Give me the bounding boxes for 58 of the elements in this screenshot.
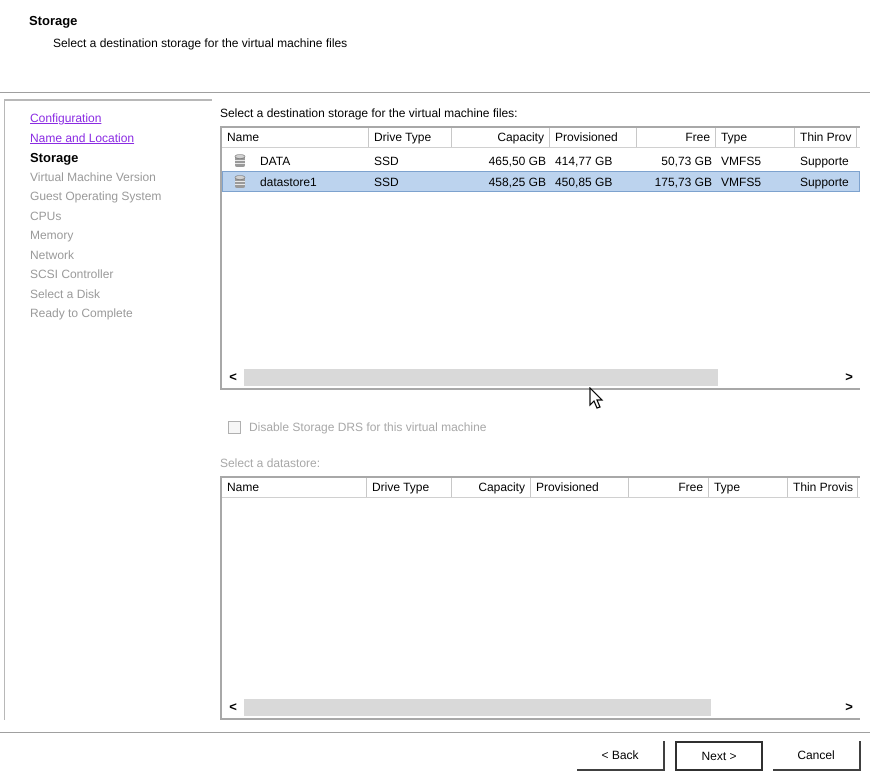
page-subtitle: Select a destination storage for the virtual machine files — [52, 34, 348, 52]
table-cell-text: Supporte — [800, 152, 849, 170]
database-icon — [234, 154, 246, 168]
column-header[interactable]: Name — [222, 128, 369, 147]
scroll-left-button[interactable]: < — [222, 367, 244, 387]
table-cell-text: 414,77 GB — [555, 152, 612, 170]
column-header[interactable]: Drive Type — [369, 128, 452, 147]
column-header[interactable]: Capacity — [452, 478, 531, 497]
table-cell-text: 50,73 GB — [661, 152, 712, 170]
wizard-step: Ready to Complete — [30, 304, 212, 324]
table-cell-text: Supporte — [800, 174, 849, 190]
table-cell-text: datastore1 — [260, 174, 317, 190]
column-header[interactable]: Thin Provis — [788, 478, 858, 497]
scroll-right-button[interactable]: > — [838, 367, 860, 387]
wizard-step: Guest Operating System — [30, 187, 212, 206]
column-header[interactable]: Thin Prov — [795, 128, 857, 147]
wizard-button[interactable]: Next > — [675, 741, 763, 771]
page-title: Storage — [29, 12, 78, 30]
scroll-right-button[interactable]: > — [838, 697, 860, 717]
mouse-cursor-icon — [589, 387, 605, 411]
section-prompt: Select a datastore: — [220, 455, 322, 472]
column-header[interactable]: Free — [637, 128, 716, 147]
column-header[interactable]: Drive Type — [367, 478, 452, 497]
wizard-button[interactable]: Cancel — [773, 741, 861, 771]
wizard-step: Network — [30, 246, 212, 265]
scrollbar-thumb[interactable] — [244, 698, 711, 716]
scrollbar-thumb[interactable] — [244, 368, 718, 386]
table-cell-text: SSD — [374, 174, 399, 190]
table-cell-text: 175,73 GB — [654, 174, 712, 190]
table-row[interactable]: datastore1 SSD 458,25 GB 450,85 GB 175,73 GB VMFS5 Supporte — [222, 171, 860, 192]
database-icon — [234, 174, 246, 188]
table-cell-text: VMFS5 — [721, 152, 762, 170]
table-row[interactable]: DATA SSD 465,50 GB 414,77 GB 50,73 GB VMFS5 Supporte — [222, 150, 860, 171]
wizard-step: Storage — [30, 148, 212, 168]
column-header[interactable]: Type — [709, 478, 788, 497]
column-header[interactable]: Name — [222, 478, 367, 497]
table-cell-text: 465,50 GB — [488, 152, 546, 170]
scroll-left-button[interactable]: < — [222, 697, 244, 717]
section-prompt: Select a destination storage for the virtual machine files: — [220, 105, 518, 122]
wizard-step[interactable]: Configuration — [30, 109, 212, 128]
column-header[interactable]: Free — [629, 478, 709, 497]
wizard-step: CPUs — [30, 206, 212, 226]
table-cell-text: DATA — [260, 152, 290, 170]
table-cell-text: VMFS5 — [721, 174, 762, 190]
table-cell-text: 450,85 GB — [555, 174, 612, 190]
column-header[interactable]: Provisioned — [550, 128, 637, 147]
checkbox-label: Disable Storage DRS for this virtual machine — [249, 419, 486, 436]
wizard-step: Virtual Machine Version — [30, 168, 212, 187]
table-cell-text: SSD — [374, 152, 399, 170]
wizard-step: Select a Disk — [30, 284, 212, 304]
column-header[interactable]: Capacity — [452, 128, 550, 147]
wizard-step[interactable]: Name and Location — [30, 128, 212, 148]
table-cell-text: 458,25 GB — [488, 174, 546, 190]
column-header[interactable]: Type — [716, 128, 795, 147]
wizard-step: Memory — [30, 226, 212, 246]
wizard-step: SCSI Controller — [30, 265, 212, 284]
wizard-button[interactable]: < Back — [577, 741, 665, 771]
column-header[interactable]: Provisioned — [531, 478, 629, 497]
